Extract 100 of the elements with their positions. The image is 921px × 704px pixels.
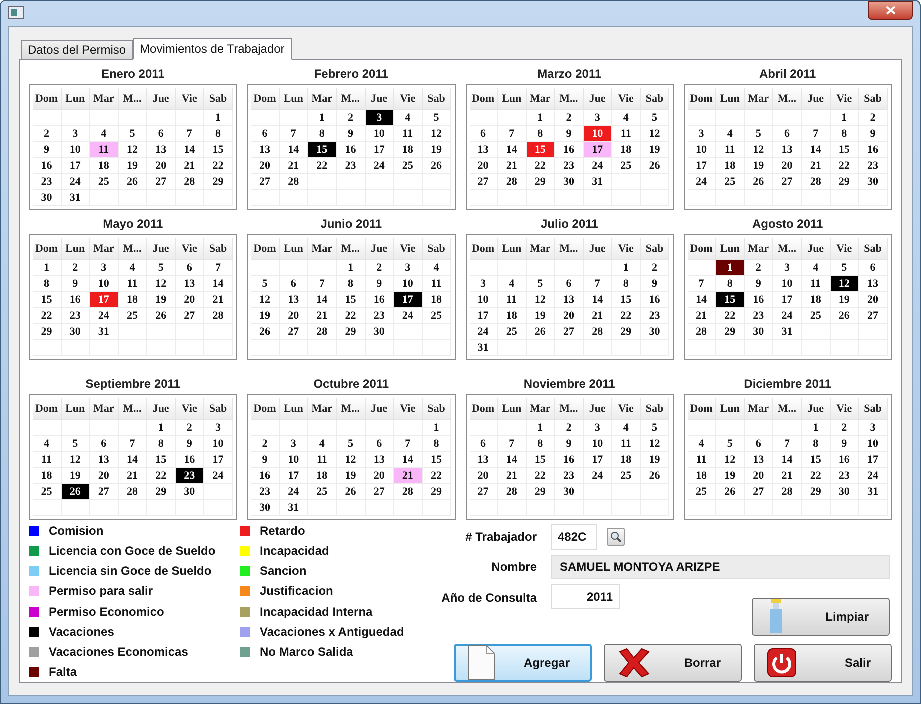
day-cell[interactable]: 28 bbox=[280, 174, 308, 190]
day-cell[interactable]: 3 bbox=[688, 126, 716, 142]
day-cell[interactable]: 28 bbox=[688, 324, 716, 340]
day-cell[interactable]: 18 bbox=[612, 142, 641, 158]
day-cell[interactable]: 25 bbox=[394, 158, 423, 174]
day-cell[interactable]: 21 bbox=[498, 468, 527, 484]
day-cell[interactable]: 2 bbox=[33, 126, 62, 142]
exit-button[interactable]: Salir bbox=[754, 644, 892, 682]
day-cell[interactable]: 17 bbox=[584, 452, 612, 468]
day-cell[interactable]: 6 bbox=[470, 436, 498, 452]
day-cell[interactable]: 25 bbox=[422, 308, 452, 324]
day-cell[interactable]: 27 bbox=[470, 484, 498, 500]
day-cell[interactable]: 8 bbox=[612, 276, 641, 292]
day-cell[interactable]: 30 bbox=[555, 484, 584, 500]
day-cell[interactable]: 23 bbox=[859, 158, 888, 174]
day-cell[interactable]: 27 bbox=[147, 174, 176, 190]
day-cell[interactable]: 9 bbox=[336, 126, 366, 142]
day-cell[interactable]: 1 bbox=[716, 260, 745, 276]
day-cell[interactable]: 21 bbox=[773, 468, 802, 484]
day-cell[interactable]: 4 bbox=[33, 436, 62, 452]
day-cell[interactable]: 9 bbox=[640, 276, 670, 292]
day-cell[interactable]: 4 bbox=[802, 260, 831, 276]
day-cell[interactable]: 19 bbox=[744, 158, 774, 174]
day-cell[interactable]: 3 bbox=[366, 110, 394, 126]
day-cell[interactable]: 11 bbox=[498, 292, 527, 308]
clear-button[interactable]: Limpiar bbox=[752, 598, 890, 636]
day-cell[interactable]: 23 bbox=[744, 308, 774, 324]
day-cell[interactable]: 16 bbox=[640, 292, 670, 308]
day-cell[interactable]: 8 bbox=[422, 436, 452, 452]
day-cell[interactable]: 24 bbox=[366, 158, 394, 174]
day-cell[interactable]: 22 bbox=[33, 308, 62, 324]
day-cell[interactable]: 12 bbox=[640, 126, 670, 142]
day-cell[interactable]: 26 bbox=[422, 158, 452, 174]
day-cell[interactable]: 12 bbox=[147, 276, 176, 292]
day-cell[interactable]: 18 bbox=[394, 142, 423, 158]
day-cell[interactable]: 4 bbox=[612, 110, 641, 126]
day-cell[interactable]: 22 bbox=[526, 468, 556, 484]
day-cell[interactable]: 3 bbox=[773, 260, 802, 276]
day-cell[interactable]: 15 bbox=[336, 292, 366, 308]
day-cell[interactable]: 31 bbox=[773, 324, 802, 340]
day-cell[interactable]: 6 bbox=[555, 276, 584, 292]
day-cell[interactable]: 2 bbox=[640, 260, 670, 276]
day-cell[interactable]: 21 bbox=[688, 308, 716, 324]
day-cell[interactable]: 22 bbox=[830, 158, 860, 174]
day-cell[interactable]: 3 bbox=[584, 420, 612, 436]
day-cell[interactable]: 13 bbox=[744, 452, 774, 468]
day-cell[interactable]: 13 bbox=[470, 452, 498, 468]
day-cell[interactable]: 7 bbox=[394, 436, 423, 452]
day-cell[interactable]: 26 bbox=[640, 468, 670, 484]
day-cell[interactable]: 31 bbox=[90, 324, 119, 340]
day-cell[interactable]: 20 bbox=[176, 292, 204, 308]
day-cell[interactable]: 15 bbox=[204, 142, 233, 158]
day-cell[interactable]: 16 bbox=[555, 452, 584, 468]
day-cell[interactable]: 15 bbox=[526, 452, 556, 468]
day-cell[interactable]: 18 bbox=[118, 292, 148, 308]
day-cell[interactable]: 26 bbox=[744, 174, 774, 190]
day-cell[interactable]: 5 bbox=[62, 436, 90, 452]
day-cell[interactable]: 22 bbox=[716, 308, 745, 324]
day-cell[interactable]: 17 bbox=[859, 452, 888, 468]
day-cell[interactable]: 3 bbox=[280, 436, 308, 452]
day-cell[interactable]: 26 bbox=[147, 308, 176, 324]
day-cell[interactable]: 24 bbox=[90, 308, 119, 324]
day-cell[interactable]: 12 bbox=[716, 452, 745, 468]
day-cell[interactable]: 21 bbox=[204, 292, 233, 308]
day-cell[interactable]: 29 bbox=[612, 324, 641, 340]
day-cell[interactable]: 27 bbox=[251, 174, 280, 190]
day-cell[interactable]: 25 bbox=[118, 308, 148, 324]
day-cell[interactable]: 27 bbox=[90, 484, 119, 500]
day-cell[interactable]: 23 bbox=[251, 484, 280, 500]
day-cell[interactable]: 15 bbox=[830, 142, 860, 158]
day-cell[interactable]: 4 bbox=[612, 420, 641, 436]
day-cell[interactable]: 11 bbox=[612, 436, 641, 452]
day-cell[interactable]: 21 bbox=[308, 308, 337, 324]
day-cell[interactable]: 19 bbox=[716, 468, 745, 484]
day-cell[interactable]: 25 bbox=[612, 158, 641, 174]
name-field[interactable]: SAMUEL MONTOYA ARIZPE bbox=[551, 555, 890, 579]
day-cell[interactable]: 12 bbox=[830, 276, 860, 292]
day-cell[interactable]: 30 bbox=[251, 500, 280, 516]
day-cell[interactable]: 24 bbox=[280, 484, 308, 500]
day-cell[interactable]: 1 bbox=[526, 110, 556, 126]
day-cell[interactable]: 12 bbox=[422, 126, 452, 142]
day-cell[interactable]: 7 bbox=[498, 126, 527, 142]
day-cell[interactable]: 25 bbox=[498, 324, 527, 340]
day-cell[interactable]: 30 bbox=[366, 324, 394, 340]
day-cell[interactable]: 27 bbox=[470, 174, 498, 190]
day-cell[interactable]: 9 bbox=[176, 436, 204, 452]
day-cell[interactable]: 16 bbox=[744, 292, 774, 308]
day-cell[interactable]: 24 bbox=[62, 174, 90, 190]
day-cell[interactable]: 6 bbox=[366, 436, 394, 452]
day-cell[interactable]: 17 bbox=[584, 142, 612, 158]
day-cell[interactable]: 2 bbox=[366, 260, 394, 276]
day-cell[interactable]: 23 bbox=[555, 158, 584, 174]
day-cell[interactable]: 8 bbox=[204, 126, 233, 142]
day-cell[interactable]: 12 bbox=[744, 142, 774, 158]
day-cell[interactable]: 30 bbox=[859, 174, 888, 190]
day-cell[interactable]: 11 bbox=[422, 276, 452, 292]
day-cell[interactable]: 10 bbox=[280, 452, 308, 468]
day-cell[interactable]: 4 bbox=[394, 110, 423, 126]
day-cell[interactable]: 25 bbox=[688, 484, 716, 500]
day-cell[interactable]: 7 bbox=[498, 436, 527, 452]
